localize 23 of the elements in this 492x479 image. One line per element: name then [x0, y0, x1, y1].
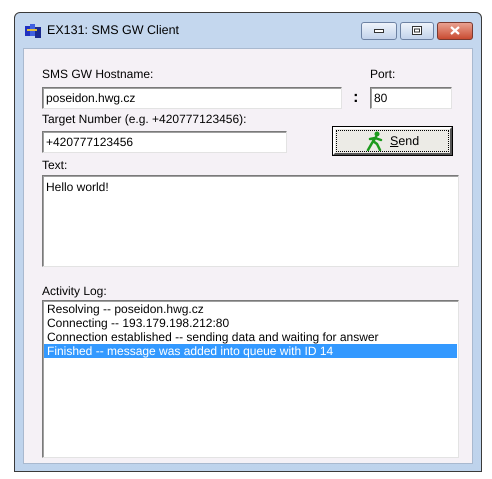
message-text-area[interactable]: Hello world!: [42, 175, 459, 267]
window-title: EX131: SMS GW Client: [47, 22, 179, 40]
target-number-label: Target Number (e.g. +420777123456):: [42, 112, 248, 126]
port-label: Port:: [370, 67, 396, 81]
target-number-field[interactable]: +420777123456: [42, 131, 288, 153]
activity-log-label: Activity Log:: [42, 284, 108, 298]
colon-separator: :: [352, 88, 360, 108]
minimize-button[interactable]: [361, 22, 397, 40]
maximize-icon: [412, 26, 422, 35]
close-button[interactable]: [437, 22, 473, 40]
log-entry[interactable]: Connecting -- 193.179.198.212:80: [44, 316, 457, 330]
minimize-icon: [374, 28, 384, 32]
send-button[interactable]: Send: [333, 127, 452, 155]
log-entry[interactable]: Resolving -- poseidon.hwg.cz: [44, 302, 457, 316]
maximize-button[interactable]: [400, 22, 434, 40]
hostname-label: SMS GW Hostname:: [42, 67, 154, 81]
app-icon: [25, 24, 41, 38]
close-icon: [450, 26, 460, 35]
log-entry[interactable]: Connection established -- sending data and waiting for answer: [44, 330, 457, 344]
text-label: Text:: [42, 158, 68, 172]
running-figure-icon: [366, 131, 384, 151]
hostname-field[interactable]: poseidon.hwg.cz: [42, 87, 342, 109]
port-field[interactable]: 80: [370, 87, 452, 109]
